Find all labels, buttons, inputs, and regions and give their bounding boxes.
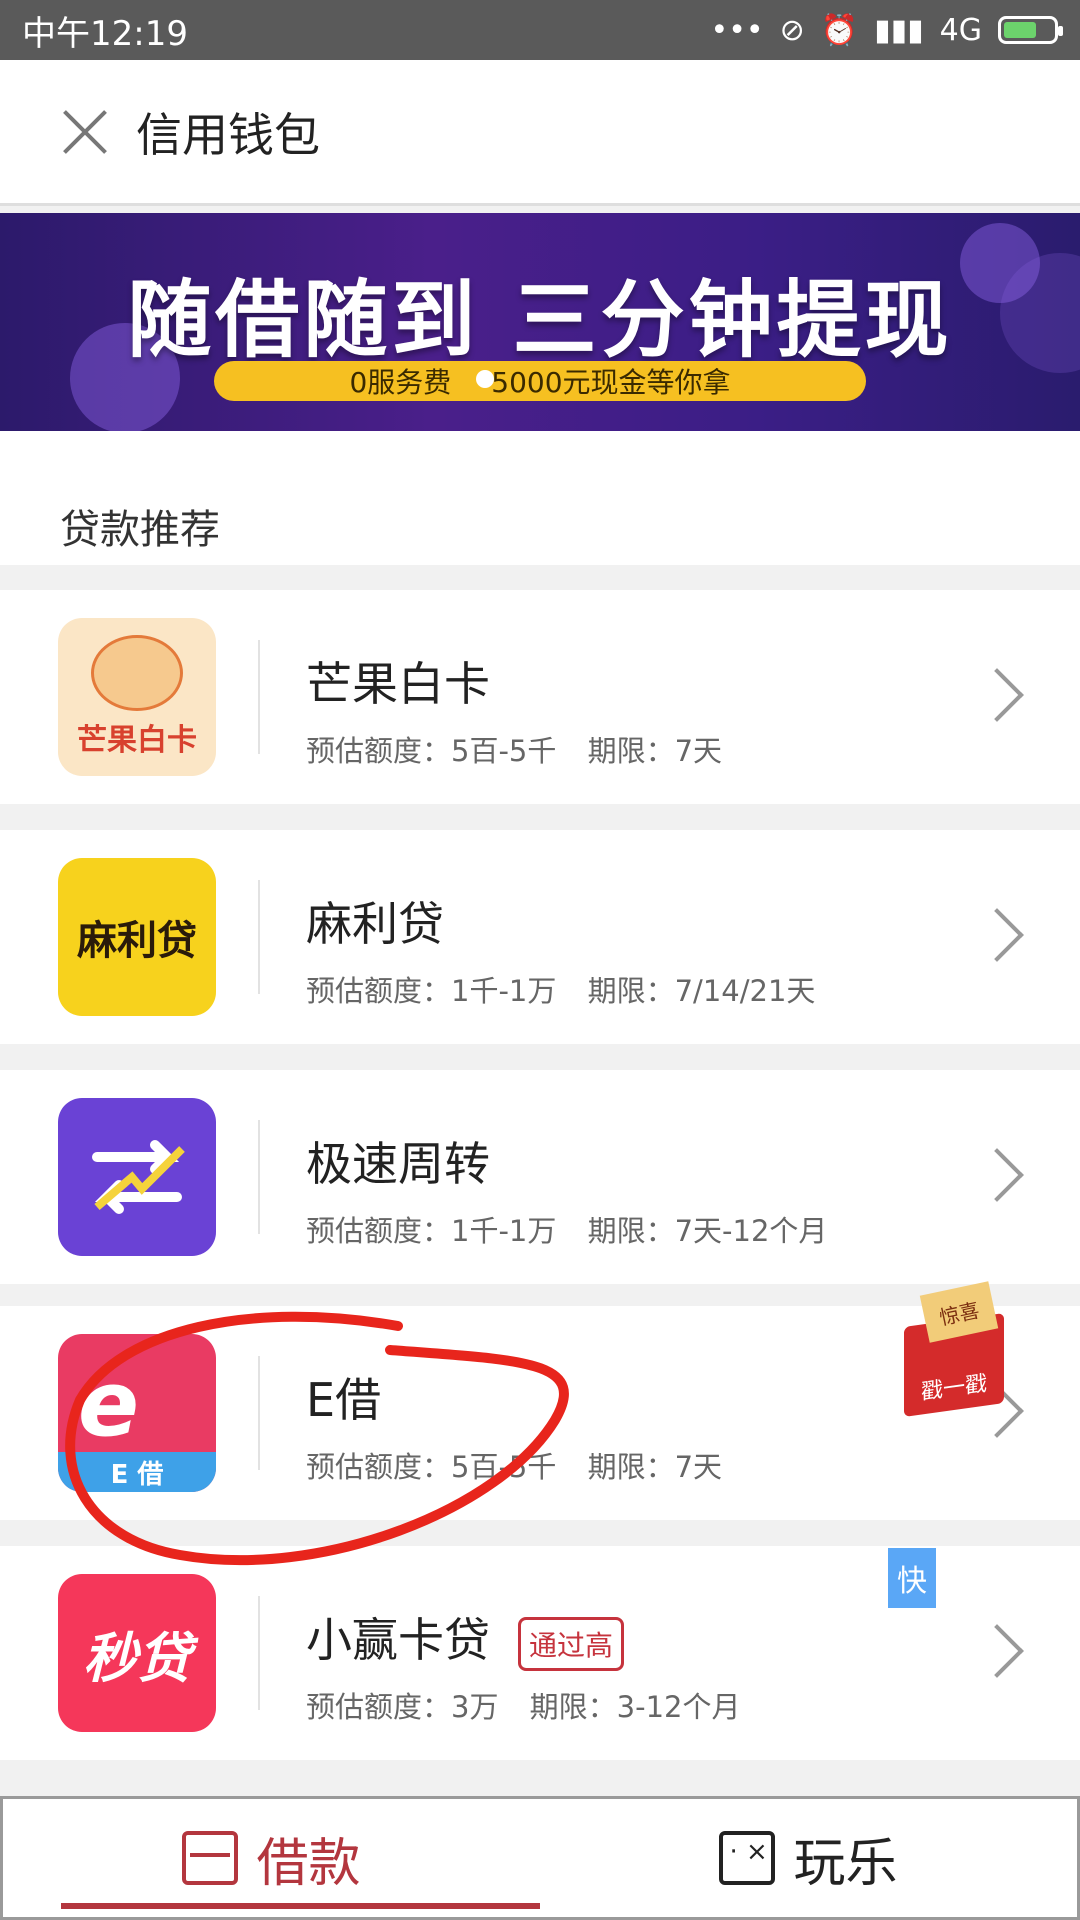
loan-name: 小赢卡贷 通过高 xyxy=(306,1604,625,1671)
kuai-badge[interactable]: 快 xyxy=(888,1548,936,1608)
loan-name: 麻利贷 xyxy=(306,897,444,951)
loan-limit: 预估额度：5百-5千 xyxy=(306,734,557,768)
loan-limit: 预估额度：3万 xyxy=(306,1690,499,1724)
status-icons: ••• ⊘ ⏰ ▮▮▮ 4G xyxy=(710,12,1063,48)
tab-fun[interactable]: 玩乐 xyxy=(540,1799,1077,1917)
network-label: 4G xyxy=(939,12,982,48)
section-title: 贷款推荐 xyxy=(60,507,220,553)
mute-icon: ⊘ xyxy=(779,12,805,48)
loan-meta: 预估额度：5百-5千 期限：7天 xyxy=(306,728,722,770)
alarm-icon: ⏰ xyxy=(820,12,859,48)
wallet-icon xyxy=(182,1831,239,1885)
battery-icon xyxy=(998,16,1063,44)
tab-borrow[interactable]: 借款 xyxy=(3,1799,540,1917)
loan-meta: 预估额度：1千-1万 期限：7/14/21天 xyxy=(306,968,815,1010)
banner-pill: 0服务费 5000元现金等你拿 xyxy=(214,361,866,401)
mango-face-icon xyxy=(91,635,183,711)
loan-limit: 预估额度：1千-1万 xyxy=(306,1214,557,1248)
page-title: 信用钱包 xyxy=(136,107,320,162)
status-bar: 中午12:19 ••• ⊘ ⏰ ▮▮▮ 4G xyxy=(0,0,1080,60)
promo-banner[interactable]: 随借随到 三分钟提现 0服务费 5000元现金等你拿 xyxy=(0,213,1080,431)
divider xyxy=(258,1356,260,1470)
miaodai-logo: 秒贷 xyxy=(58,1574,216,1732)
exchange-icon xyxy=(92,1140,185,1214)
miaodai-logo-text: 秒贷 xyxy=(83,1626,191,1690)
loan-term: 期限：3-12个月 xyxy=(529,1690,741,1724)
loan-name-text: 小赢卡贷 xyxy=(306,1613,490,1667)
divider xyxy=(258,640,260,754)
loan-term: 期限：7天-12个月 xyxy=(587,1214,828,1248)
ejie-logo: e E 借 xyxy=(58,1334,216,1492)
gift-box-text: 戳一戳 xyxy=(920,1371,987,1406)
chevron-right-icon xyxy=(970,908,1024,962)
loan-term: 期限：7天 xyxy=(587,1450,723,1484)
loan-term: 期限：7/14/21天 xyxy=(587,974,816,1008)
loan-limit: 预估额度：5百-5千 xyxy=(306,1450,557,1484)
section-header: 贷款推荐 xyxy=(0,431,1080,565)
loan-term: 期限：7天 xyxy=(587,734,723,768)
loan-name: E借 xyxy=(306,1373,382,1427)
active-tab-indicator xyxy=(61,1903,540,1909)
mango-logo: 芒果白卡 xyxy=(58,618,216,776)
game-icon xyxy=(719,1831,776,1885)
mali-logo-text: 麻利贷 xyxy=(77,918,197,964)
loan-meta: 预估额度：5百-5千 期限：7天 xyxy=(306,1444,722,1486)
banner-headline: 随借随到 三分钟提现 xyxy=(127,271,953,369)
chevron-right-icon xyxy=(970,1148,1024,1202)
status-time: 中午12:19 xyxy=(22,13,188,54)
carousel-indicator xyxy=(476,370,494,388)
chevron-right-icon xyxy=(970,668,1024,722)
banner-pill-left: 0服务费 xyxy=(349,366,452,399)
approval-badge: 通过高 xyxy=(518,1616,625,1671)
ejie-logo-text: E 借 xyxy=(58,1452,216,1492)
hd-signal-icon: ▮▮▮ xyxy=(874,12,924,48)
jisu-logo xyxy=(58,1098,216,1256)
loan-name: 极速周转 xyxy=(306,1137,490,1191)
tab-fun-label: 玩乐 xyxy=(793,1833,898,1894)
mango-logo-text: 芒果白卡 xyxy=(77,723,197,758)
mali-logo: 麻利贷 xyxy=(58,858,216,1016)
app-header: 信用钱包 xyxy=(0,60,1080,206)
loan-card-mali[interactable]: 麻利贷 麻利贷 预估额度：1千-1万 期限：7/14/21天 xyxy=(0,830,1080,1044)
ejie-e-icon: e xyxy=(78,1352,140,1457)
close-icon[interactable] xyxy=(62,109,108,155)
chevron-right-icon xyxy=(970,1624,1024,1678)
more-dots-icon: ••• xyxy=(710,12,764,48)
divider xyxy=(258,880,260,994)
surprise-gift-button[interactable]: 戳一戳 惊喜 xyxy=(874,1250,1024,1430)
loan-meta: 预估额度：3万 期限：3-12个月 xyxy=(306,1684,741,1726)
loan-card-mango[interactable]: 芒果白卡 芒果白卡 预估额度：5百-5千 期限：7天 xyxy=(0,590,1080,804)
loan-meta: 预估额度：1千-1万 期限：7天-12个月 xyxy=(306,1208,827,1250)
bottom-tab-bar: 借款 玩乐 xyxy=(0,1796,1080,1920)
banner-pill-right: 5000元现金等你拿 xyxy=(491,366,731,399)
loan-limit: 预估额度：1千-1万 xyxy=(306,974,557,1008)
divider xyxy=(258,1596,260,1710)
divider xyxy=(258,1120,260,1234)
loan-name: 芒果白卡 xyxy=(306,657,490,711)
tab-borrow-label: 借款 xyxy=(256,1833,361,1894)
